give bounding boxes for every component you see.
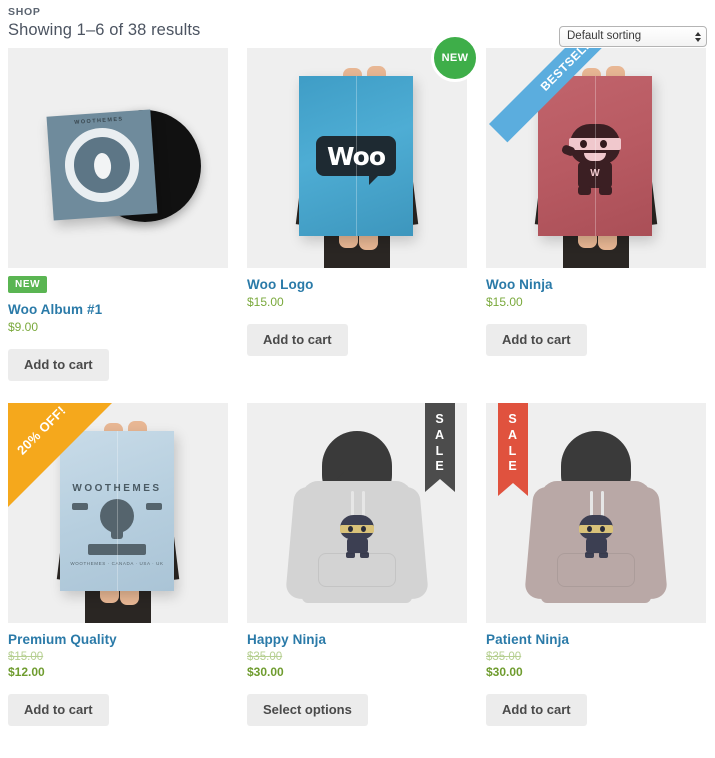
sorting-select[interactable]: Default sorting bbox=[559, 26, 707, 47]
badge-sale: SALE bbox=[498, 403, 528, 497]
product-price: $15.00 $12.00 bbox=[8, 650, 228, 679]
poster-subtext: WOOTHEMES · CANADA · USA · UK bbox=[70, 561, 164, 567]
product-grid: WOOTHEMES NEW Woo Album #1 $9.00 Add to … bbox=[8, 34, 707, 748]
product-title-link[interactable]: Woo Logo bbox=[247, 277, 467, 292]
product-card[interactable]: Woo NEW Woo Logo $15.00 Add to cart bbox=[247, 34, 479, 381]
add-to-cart-button[interactable]: Add to cart bbox=[8, 693, 109, 726]
product-title-link[interactable]: Woo Ninja bbox=[486, 277, 706, 292]
woo-album-vinyl-record-image: WOOTHEMES bbox=[8, 48, 228, 268]
product-thumbnail[interactable]: SALE bbox=[247, 403, 467, 624]
product-card[interactable]: SALE Happy Ninja $35.00 $30.00 Select op… bbox=[247, 403, 467, 726]
regular-price: $35.00 bbox=[247, 651, 283, 664]
product-title-link[interactable]: Woo Album #1 bbox=[8, 302, 228, 317]
sale-price: $30.00 bbox=[486, 664, 523, 679]
shop-page: SHOP Showing 1–6 of 38 results Default s… bbox=[0, 0, 715, 758]
product-thumbnail[interactable]: WOOTHEMES bbox=[8, 48, 228, 268]
product-card[interactable]: W BESTSELLER Woo Ninja $15.00 Add to car… bbox=[486, 48, 706, 381]
sale-price: $30.00 bbox=[247, 664, 284, 679]
breadcrumb: SHOP bbox=[8, 6, 41, 18]
woo-ninja-poster-image: W bbox=[486, 48, 706, 268]
sale-price: $12.00 bbox=[8, 664, 45, 679]
product-price: $35.00 $30.00 bbox=[247, 650, 467, 679]
woo-logo-poster-image: Woo bbox=[247, 48, 467, 268]
product-card[interactable]: WOOTHEMES WOOTHEMES · CANADA · USA · UK … bbox=[8, 403, 228, 726]
product-price: $15.00 bbox=[486, 295, 523, 309]
product-thumbnail[interactable]: SALE bbox=[486, 403, 706, 624]
product-card[interactable]: SALE Patient Ninja $35.00 $30.00 Add to … bbox=[486, 403, 706, 726]
product-thumbnail[interactable]: W BESTSELLER bbox=[486, 48, 706, 268]
badge-sale: SALE bbox=[425, 403, 455, 493]
sorting-selected-label: Default sorting bbox=[567, 29, 642, 42]
product-card[interactable]: WOOTHEMES NEW Woo Album #1 $9.00 Add to … bbox=[8, 48, 228, 382]
add-to-cart-button[interactable]: Add to cart bbox=[8, 349, 109, 382]
sorting-dropdown-wrap: Default sorting bbox=[559, 26, 707, 47]
add-to-cart-button[interactable]: Add to cart bbox=[486, 693, 587, 726]
regular-price: $15.00 bbox=[8, 651, 44, 664]
badge-new: NEW bbox=[8, 276, 48, 293]
woo-logo-mark: Woo bbox=[316, 136, 396, 185]
product-thumbnail[interactable]: WOOTHEMES WOOTHEMES · CANADA · USA · UK … bbox=[8, 403, 228, 624]
product-price: $35.00 $30.00 bbox=[486, 650, 706, 679]
chevron-updown-icon bbox=[693, 31, 702, 42]
add-to-cart-button[interactable]: Add to cart bbox=[486, 324, 587, 357]
badge-discount: 20% OFF! bbox=[8, 403, 112, 508]
badge-new: NEW bbox=[431, 34, 479, 82]
add-to-cart-button[interactable]: Add to cart bbox=[247, 324, 348, 357]
ninja-character: W bbox=[560, 124, 626, 196]
product-thumbnail[interactable]: Woo bbox=[247, 48, 467, 268]
product-price: $15.00 bbox=[247, 295, 284, 309]
product-price: $9.00 bbox=[8, 320, 39, 334]
product-title-link[interactable]: Premium Quality bbox=[8, 632, 228, 647]
select-options-button[interactable]: Select options bbox=[247, 693, 368, 726]
shop-header: SHOP Showing 1–6 of 38 results Default s… bbox=[8, 0, 707, 48]
product-title-link[interactable]: Happy Ninja bbox=[247, 632, 467, 647]
product-title-link[interactable]: Patient Ninja bbox=[486, 632, 706, 647]
regular-price: $35.00 bbox=[486, 651, 522, 664]
